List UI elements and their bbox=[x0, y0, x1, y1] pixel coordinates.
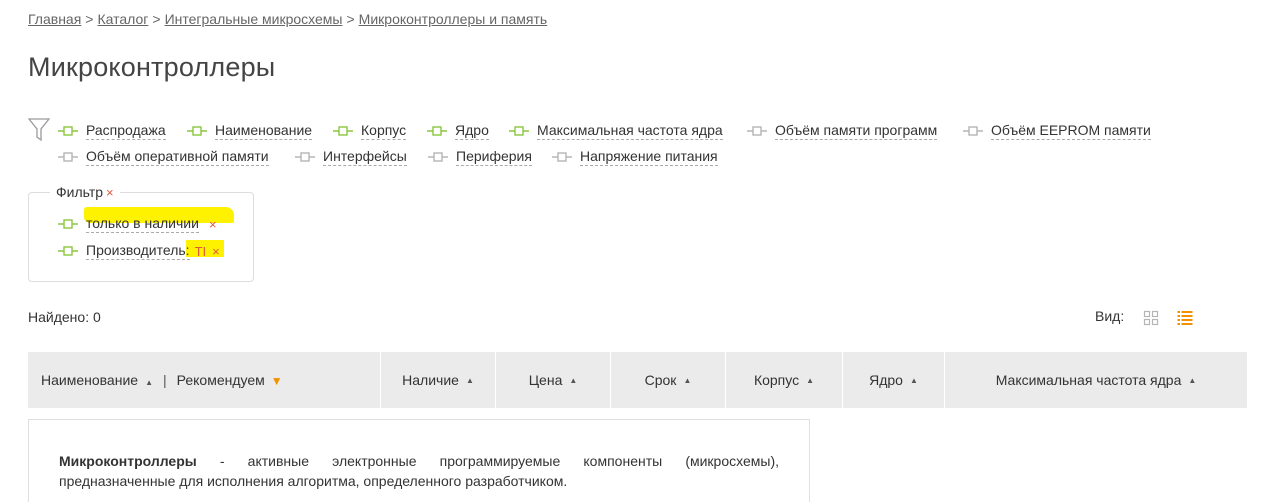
toggle-on-icon bbox=[333, 126, 353, 136]
column-toggle-ram[interactable]: Объём оперативной памяти bbox=[58, 148, 269, 166]
chip-label: Напряжение питания bbox=[580, 148, 718, 166]
chip-label: Интерфейсы bbox=[323, 148, 407, 166]
filter-funnel-icon[interactable] bbox=[28, 118, 50, 142]
filter-legend: Фильтр × bbox=[50, 184, 120, 200]
filter-panel bbox=[28, 192, 254, 282]
toggle-on-icon bbox=[187, 126, 207, 136]
column-header-availability[interactable]: Наличие ▲ bbox=[381, 352, 496, 408]
toggle-on-icon bbox=[427, 126, 447, 136]
filter-manufacturer[interactable]: Производитель: TI × bbox=[58, 242, 220, 260]
filter-label: Производитель: bbox=[86, 242, 190, 260]
chip-label: Ядро bbox=[455, 122, 489, 140]
grid-view-icon[interactable] bbox=[1143, 310, 1159, 326]
toggle-on-icon bbox=[58, 219, 78, 229]
column-header-label: Корпус bbox=[753, 372, 800, 388]
column-toggle-package[interactable]: Корпус bbox=[333, 122, 407, 140]
sort-asc-icon: ▲ bbox=[1188, 375, 1197, 385]
chip-label: Корпус bbox=[361, 122, 407, 140]
table-header: Наименование ▲ | Рекомендуем ▼ Наличие ▲ Це… bbox=[28, 352, 1247, 408]
toggle-off-icon bbox=[295, 152, 315, 162]
sort-desc-icon: ▼ bbox=[270, 374, 283, 388]
toggle-on-icon bbox=[58, 126, 78, 136]
chip-label: Распродажа bbox=[86, 122, 166, 140]
chip-label: Объём памяти программ bbox=[775, 122, 938, 140]
breadcrumb-ics[interactable]: Интегральные микросхемы bbox=[165, 11, 343, 27]
description-term: Микроконтроллеры bbox=[59, 453, 197, 469]
breadcrumb-mcu-memory[interactable]: Микроконтроллеры и память bbox=[359, 11, 548, 27]
column-header-lead-time[interactable]: Срок ▲ bbox=[611, 352, 726, 408]
page-title: Микроконтроллеры bbox=[28, 52, 276, 82]
clear-filter-icon[interactable]: × bbox=[106, 185, 114, 200]
chip-label: Максимальная частота ядра bbox=[537, 122, 723, 140]
toggle-off-icon bbox=[58, 152, 78, 162]
column-toggle-max-freq[interactable]: Максимальная частота ядра bbox=[509, 122, 723, 140]
column-header-label: Рекомендуем bbox=[176, 372, 265, 388]
breadcrumb-separator: > bbox=[152, 11, 161, 27]
sort-asc-icon: ▲ bbox=[569, 375, 578, 385]
toggle-off-icon bbox=[747, 126, 767, 136]
column-header-max-freq[interactable]: Максимальная частота ядра ▲ bbox=[945, 352, 1247, 408]
sort-asc-icon: ▲ bbox=[145, 378, 153, 387]
chip-label: Объём оперативной памяти bbox=[86, 148, 269, 166]
remove-filter-icon[interactable]: × bbox=[209, 217, 217, 232]
breadcrumb-catalog[interactable]: Каталог bbox=[97, 11, 148, 27]
column-header-package[interactable]: Корпус ▲ bbox=[726, 352, 843, 408]
column-header-price[interactable]: Цена ▲ bbox=[496, 352, 611, 408]
description-text: Микроконтроллеры - активные электронные … bbox=[59, 451, 779, 491]
sort-asc-icon: ▲ bbox=[683, 375, 692, 385]
filter-value: TI bbox=[194, 243, 207, 259]
column-toggle-supply-voltage[interactable]: Напряжение питания bbox=[552, 148, 718, 166]
column-toggle-eeprom[interactable]: Объём EEPROM памяти bbox=[963, 122, 1151, 140]
sort-by-name[interactable]: Наименование ▲ bbox=[41, 372, 153, 388]
column-header-label: Наименование bbox=[41, 372, 139, 388]
toggle-on-icon bbox=[58, 246, 78, 256]
sort-by-recommended[interactable]: Рекомендуем ▼ bbox=[177, 372, 283, 388]
list-view-icon[interactable] bbox=[1177, 310, 1193, 326]
column-toggle-program-memory[interactable]: Объём памяти программ bbox=[747, 122, 938, 140]
filter-label: только в наличии bbox=[86, 215, 199, 233]
column-header-label: Максимальная частота ядра bbox=[995, 372, 1182, 388]
toggle-off-icon bbox=[428, 152, 448, 162]
filter-legend-label: Фильтр bbox=[56, 184, 104, 200]
found-count: Найдено: 0 bbox=[28, 309, 101, 325]
sort-asc-icon: ▲ bbox=[909, 375, 918, 385]
column-toggle-peripherals[interactable]: Периферия bbox=[428, 148, 532, 166]
chip-label: Наименование bbox=[215, 122, 313, 140]
toggle-on-icon bbox=[509, 126, 529, 136]
chip-label: Периферия bbox=[456, 148, 532, 166]
breadcrumb-separator: > bbox=[85, 11, 94, 27]
remove-filter-icon[interactable]: × bbox=[212, 244, 220, 259]
column-header-label: Срок bbox=[644, 372, 677, 388]
column-toggle-name[interactable]: Наименование bbox=[187, 122, 313, 140]
sort-asc-icon: ▲ bbox=[806, 375, 815, 385]
breadcrumb-home[interactable]: Главная bbox=[28, 11, 81, 27]
column-header-core[interactable]: Ядро ▲ bbox=[843, 352, 945, 408]
toggle-off-icon bbox=[963, 126, 983, 136]
column-header-name: Наименование ▲ | Рекомендуем ▼ bbox=[28, 352, 381, 408]
breadcrumb: Главная > Каталог > Интегральные микросхемы >… bbox=[28, 11, 547, 27]
column-header-label: Ядро bbox=[869, 372, 903, 388]
view-label: Вид: bbox=[1095, 308, 1125, 324]
column-header-label: Наличие bbox=[402, 372, 459, 388]
column-toggle-sale[interactable]: Распродажа bbox=[58, 122, 166, 140]
toggle-off-icon bbox=[552, 152, 572, 162]
chip-label: Объём EEPROM памяти bbox=[991, 122, 1151, 140]
sort-asc-icon: ▲ bbox=[465, 375, 474, 385]
header-divider: | bbox=[162, 372, 167, 388]
breadcrumb-separator: > bbox=[346, 11, 355, 27]
column-header-label: Цена bbox=[528, 372, 563, 388]
column-toggle-interfaces[interactable]: Интерфейсы bbox=[295, 148, 407, 166]
column-toggle-core[interactable]: Ядро bbox=[427, 122, 489, 140]
category-description: Микроконтроллеры - активные электронные … bbox=[28, 419, 810, 502]
filter-in-stock[interactable]: только в наличии × bbox=[58, 215, 217, 233]
